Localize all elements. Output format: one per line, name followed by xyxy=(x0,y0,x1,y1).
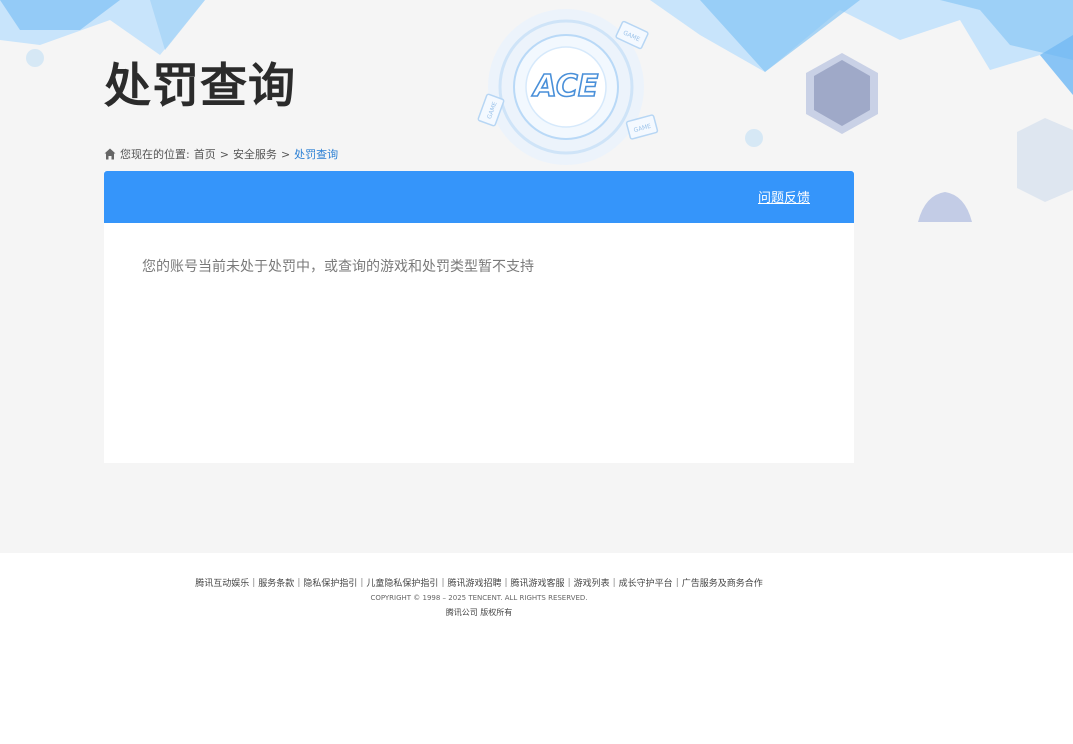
home-icon xyxy=(104,148,116,160)
page-title: 处罚查询 xyxy=(104,59,296,114)
footer-link-careers[interactable]: 腾讯游戏招聘 xyxy=(447,576,501,589)
status-message: 您的账号当前未处于处罚中，或查询的游戏和处罚类型暂不支持 xyxy=(142,259,534,275)
result-panel: 问题反馈 您的账号当前未处于处罚中，或查询的游戏和处罚类型暂不支持 xyxy=(104,171,854,463)
copyright-text: COPYRIGHT © 1998 – 2025 TENCENT. ALL RIG… xyxy=(370,594,588,602)
breadcrumb: 您现在的位置: 首页 > 安全服务 > 处罚查询 xyxy=(104,146,338,162)
footer-separator: | xyxy=(360,577,364,588)
footer-link-ads[interactable]: 广告服务及商务合作 xyxy=(682,576,763,589)
footer-separator: | xyxy=(252,577,256,588)
feedback-link[interactable]: 问题反馈 xyxy=(758,187,810,206)
header-area: ACE GAME GAME GAME 处罚查询 您现在的位置: 首页 > 安全服… xyxy=(0,0,1073,553)
breadcrumb-current: 处罚查询 xyxy=(294,148,339,161)
footer-separator: | xyxy=(567,577,571,588)
footer-link-support[interactable]: 腾讯游戏客服 xyxy=(511,576,565,589)
footer-link-privacy[interactable]: 隐私保护指引 xyxy=(303,576,357,589)
footer-link-terms[interactable]: 服务条款 xyxy=(258,576,294,589)
panel-header: 问题反馈 xyxy=(104,171,854,223)
breadcrumb-security-services[interactable]: 安全服务 xyxy=(233,146,277,162)
footer-separator: | xyxy=(675,577,679,588)
breadcrumb-prefix: 您现在的位置: xyxy=(120,148,190,161)
footer-link-game-list[interactable]: 游戏列表 xyxy=(574,576,610,589)
footer-separator: | xyxy=(504,577,508,588)
footer-links: 腾讯互动娱乐 | 服务条款 | 隐私保护指引 | 儿童隐私保护指引 | 腾讯游戏… xyxy=(0,576,1073,590)
footer-separator: | xyxy=(441,577,445,588)
rights-text: 腾讯公司 版权所有 xyxy=(445,608,513,617)
breadcrumb-home[interactable]: 首页 xyxy=(194,146,216,162)
ace-logo-text: ACE xyxy=(532,69,599,104)
footer-separator: | xyxy=(612,577,616,588)
breadcrumb-separator: > xyxy=(280,147,291,161)
panel-body: 您的账号当前未处于处罚中，或查询的游戏和处罚类型暂不支持 xyxy=(104,223,854,276)
footer: 腾讯互动娱乐 | 服务条款 | 隐私保护指引 | 儿童隐私保护指引 | 腾讯游戏… xyxy=(0,553,1073,618)
breadcrumb-separator: > xyxy=(219,147,229,161)
footer-link-guardian[interactable]: 成长守护平台 xyxy=(619,576,673,589)
footer-separator: | xyxy=(297,577,301,588)
footer-link-tencent-games[interactable]: 腾讯互动娱乐 xyxy=(195,576,249,589)
footer-link-child-privacy[interactable]: 儿童隐私保护指引 xyxy=(366,576,438,589)
